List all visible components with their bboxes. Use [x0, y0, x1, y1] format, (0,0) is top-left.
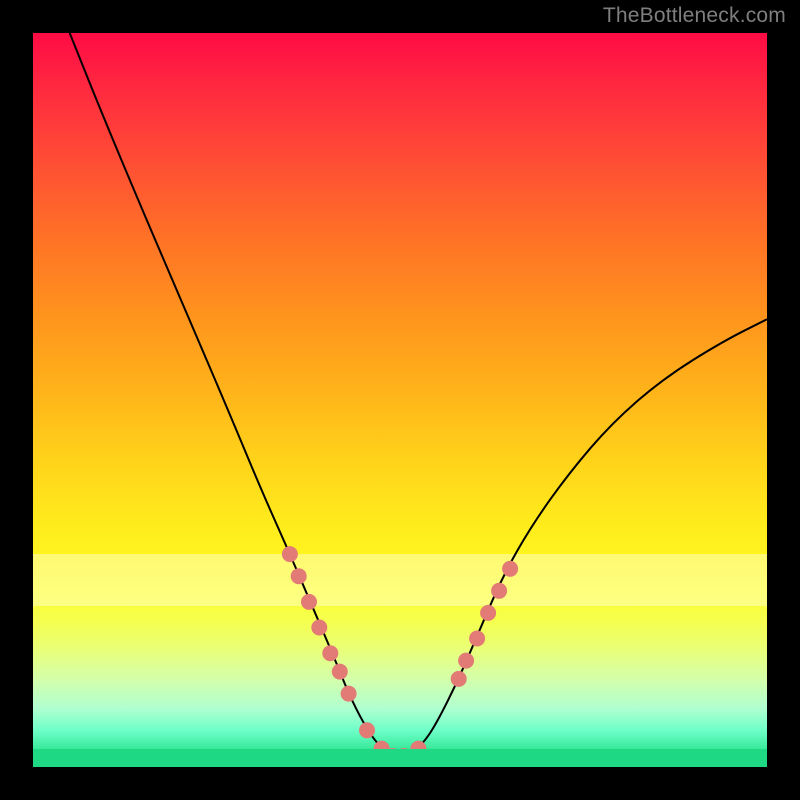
- marker-point: [341, 686, 357, 702]
- marker-point: [385, 748, 401, 764]
- marker-point: [469, 631, 485, 647]
- marker-point: [359, 722, 375, 738]
- marker-point: [322, 645, 338, 661]
- marker-point: [502, 561, 518, 577]
- marker-point: [480, 605, 496, 621]
- marker-point: [491, 583, 507, 599]
- marker-point: [282, 546, 298, 562]
- chart-frame: TheBottleneck.com: [0, 0, 800, 800]
- marker-point: [458, 653, 474, 669]
- marker-point: [374, 741, 390, 757]
- marker-point: [332, 664, 348, 680]
- bottleneck-curve: [70, 33, 767, 756]
- watermark-text: TheBottleneck.com: [603, 4, 786, 28]
- marker-point: [451, 671, 467, 687]
- marker-point: [410, 741, 426, 757]
- marker-point: [396, 748, 412, 764]
- marker-point: [301, 594, 317, 610]
- marker-point: [311, 620, 327, 636]
- plot-area: [33, 33, 767, 767]
- marker-point: [291, 568, 307, 584]
- chart-svg: [33, 33, 767, 767]
- markers-group: [282, 546, 518, 764]
